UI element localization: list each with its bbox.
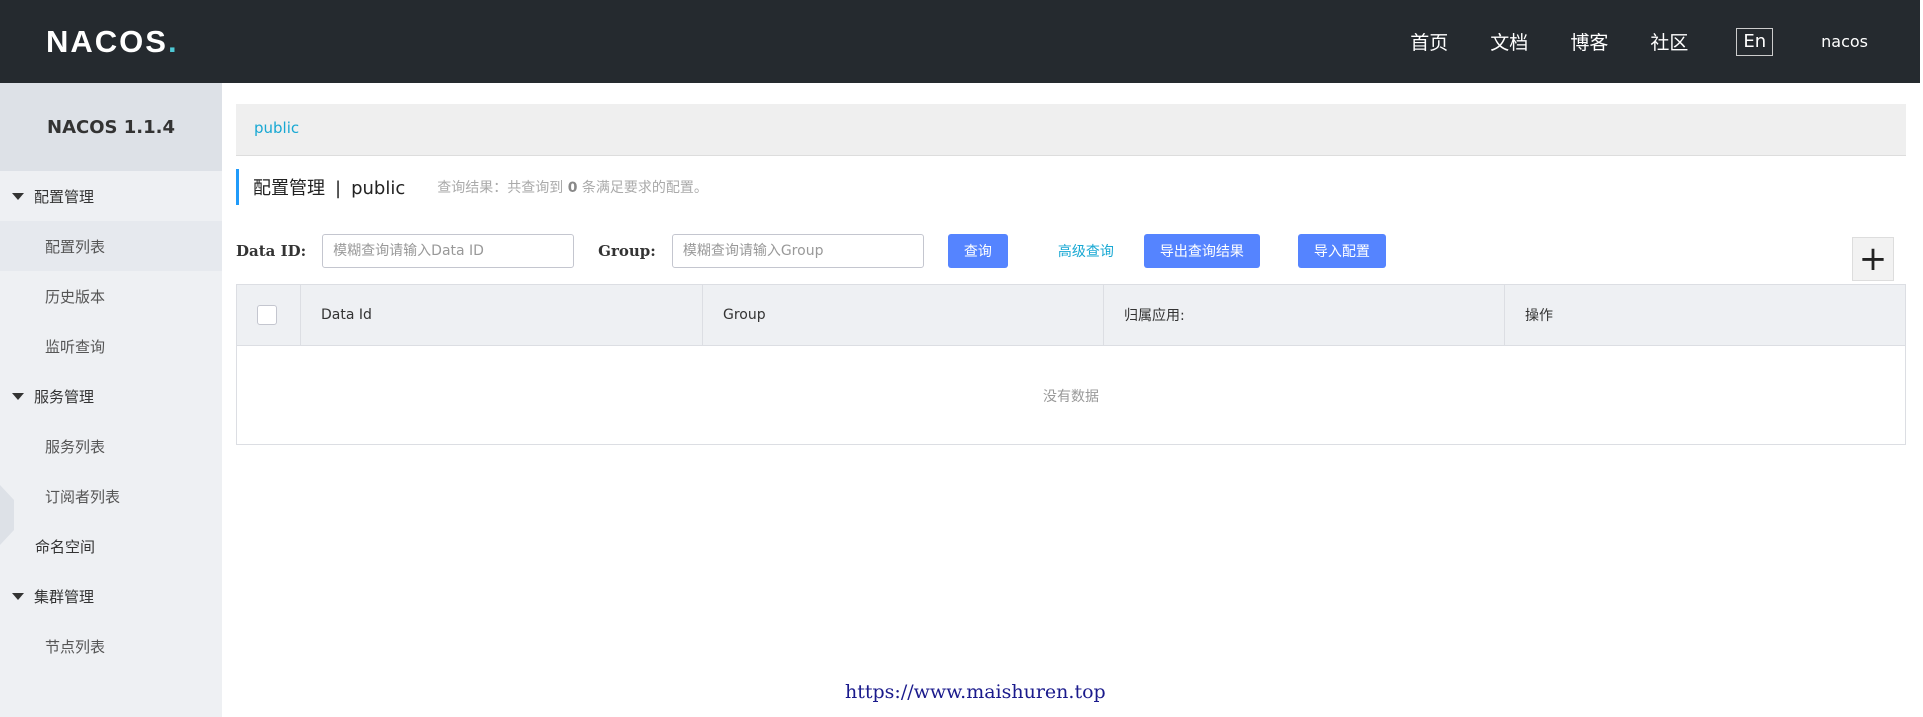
watermark-url: https://www.maishuren.top bbox=[845, 681, 1106, 703]
caret-down-icon bbox=[12, 192, 24, 200]
sidebar-item-service-list[interactable]: 服务列表 bbox=[0, 421, 222, 471]
nav-blog[interactable]: 博客 bbox=[1570, 28, 1608, 55]
sidebar-item-history[interactable]: 历史版本 bbox=[0, 271, 222, 321]
nav-home[interactable]: 首页 bbox=[1410, 28, 1448, 55]
page-title: 配置管理 | public bbox=[253, 178, 406, 199]
group-label: Group: bbox=[598, 242, 656, 260]
sidebar-item-namespace[interactable]: 命名空间 bbox=[0, 521, 222, 571]
add-config-button[interactable]: + bbox=[1852, 237, 1894, 281]
column-header-dataid[interactable]: Data Id bbox=[300, 285, 702, 345]
sidebar-item-listener-query[interactable]: 监听查询 bbox=[0, 321, 222, 371]
advanced-query-link[interactable]: 高级查询 bbox=[1058, 241, 1114, 261]
export-results-button[interactable]: 导出查询结果 bbox=[1143, 234, 1260, 268]
sidebar-item-node-list[interactable]: 节点列表 bbox=[0, 621, 222, 671]
sidebar-group-label: 配置管理 bbox=[34, 187, 95, 206]
main-content: public 配置管理 | public 查询结果：共查询到 0 条满足要求的配置。… bbox=[222, 83, 1920, 717]
sidebar-group-label: 集群管理 bbox=[34, 587, 95, 606]
caret-down-icon bbox=[12, 592, 24, 600]
column-header-app[interactable]: 归属应用: bbox=[1103, 285, 1504, 345]
sidebar-group-cluster[interactable]: 集群管理 bbox=[0, 571, 222, 621]
sidebar-item-config-list[interactable]: 配置列表 bbox=[0, 221, 222, 271]
title-accent-bar bbox=[236, 169, 239, 205]
query-button[interactable]: 查询 bbox=[947, 234, 1008, 268]
nav-docs[interactable]: 文档 bbox=[1490, 28, 1528, 55]
version-label: NACOS 1.1.4 bbox=[0, 83, 222, 171]
query-result-summary: 查询结果：共查询到 0 条满足要求的配置。 bbox=[437, 180, 708, 196]
import-config-button[interactable]: 导入配置 bbox=[1297, 234, 1386, 268]
dataid-input[interactable] bbox=[322, 234, 575, 268]
select-all-checkbox[interactable] bbox=[257, 305, 277, 325]
table-header: Data Id Group 归属应用: 操作 bbox=[237, 285, 1905, 346]
sidebar-group-service[interactable]: 服务管理 bbox=[0, 371, 222, 421]
group-input[interactable] bbox=[671, 234, 924, 268]
table-empty-message: 没有数据 bbox=[1043, 389, 1099, 405]
top-navbar: NACOS. 首页 文档 博客 社区 En nacos bbox=[0, 0, 1920, 83]
sidebar-group-config[interactable]: 配置管理 bbox=[0, 171, 222, 221]
sidebar-item-subscriber-list[interactable]: 订阅者列表 bbox=[0, 471, 222, 521]
filter-row: Data ID: Group: 查询 高级查询 导出查询结果 导入配置 bbox=[236, 233, 1386, 269]
language-toggle-button[interactable]: En bbox=[1736, 27, 1774, 56]
select-all-cell bbox=[237, 285, 300, 345]
nacos-logo[interactable]: NACOS. bbox=[46, 24, 179, 60]
config-table: Data Id Group 归属应用: 操作 没有数据 bbox=[236, 284, 1906, 445]
column-header-actions: 操作 bbox=[1504, 285, 1905, 345]
page-title-row: 配置管理 | public 查询结果：共查询到 0 条满足要求的配置。 bbox=[236, 169, 708, 205]
namespace-bar: public bbox=[236, 104, 1906, 156]
caret-down-icon bbox=[12, 392, 24, 400]
sidebar: NACOS 1.1.4 配置管理 配置列表 历史版本 监听查询 服务管理 服务列… bbox=[0, 83, 222, 717]
namespace-tab-public[interactable]: public bbox=[254, 119, 299, 137]
dataid-label: Data ID: bbox=[236, 242, 307, 260]
sidebar-group-label: 服务管理 bbox=[34, 387, 95, 406]
nav-community[interactable]: 社区 bbox=[1650, 28, 1688, 55]
top-nav: 首页 文档 博客 社区 En nacos bbox=[1368, 0, 1868, 83]
user-menu[interactable]: nacos bbox=[1821, 32, 1868, 51]
column-header-group[interactable]: Group bbox=[702, 285, 1103, 345]
